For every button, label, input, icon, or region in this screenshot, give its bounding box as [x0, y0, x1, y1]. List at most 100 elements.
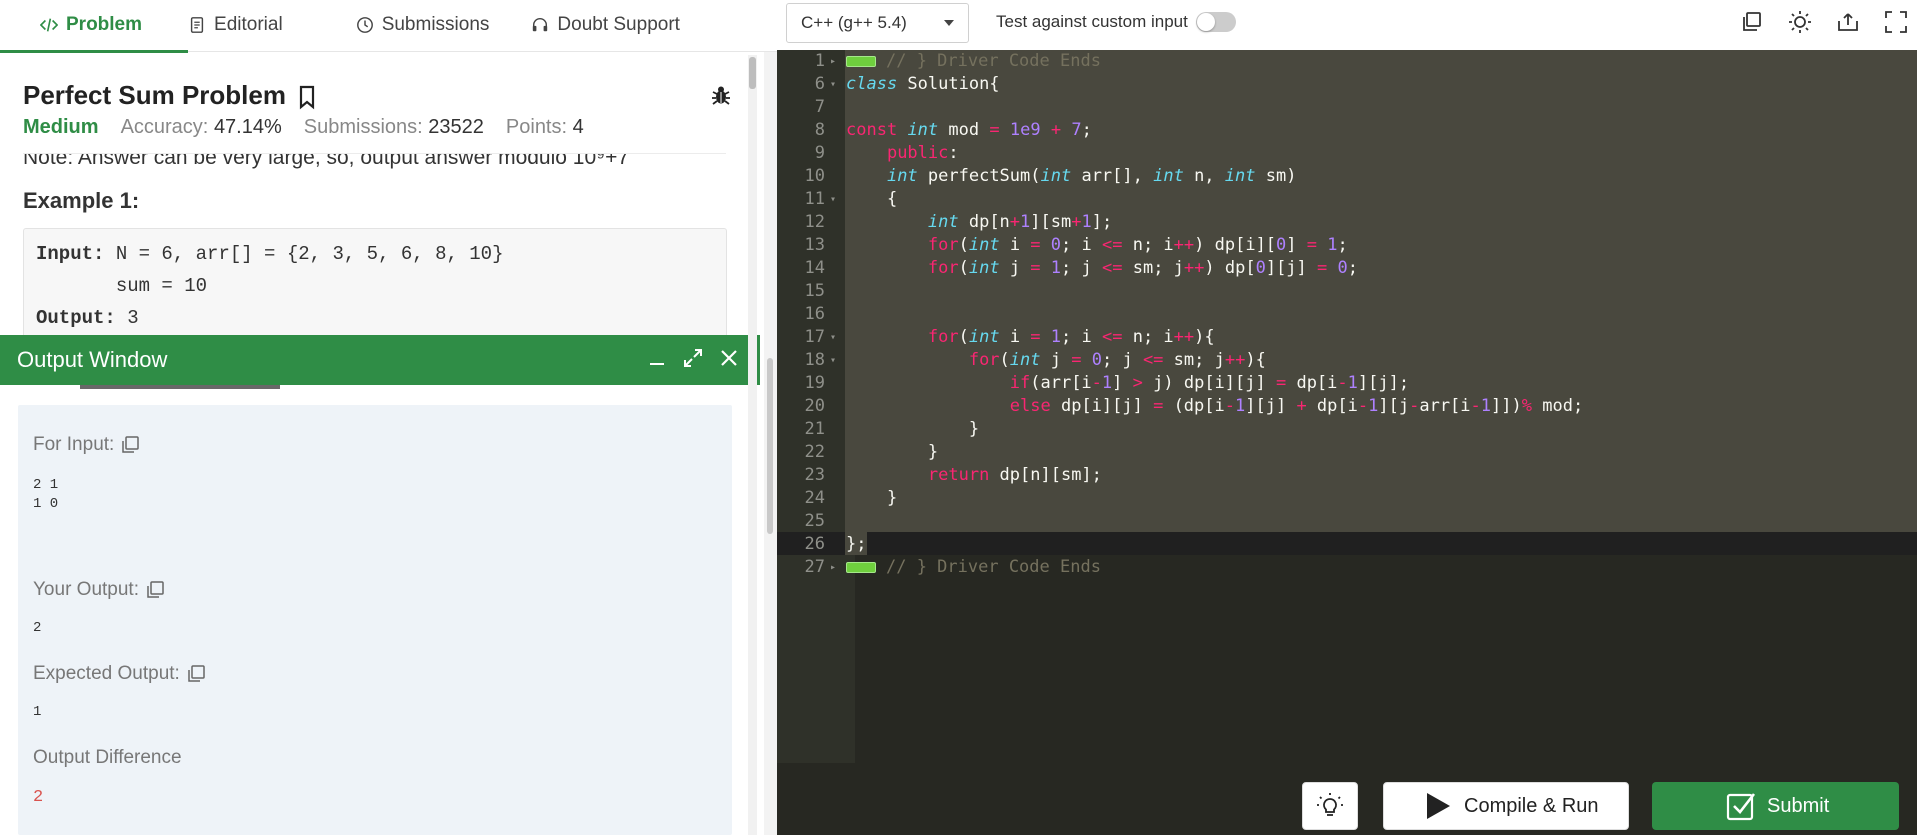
for-input-value: 2 1 1 0: [33, 477, 59, 512]
submit-button[interactable]: Submit: [1652, 782, 1899, 830]
expand-icon[interactable]: [682, 347, 704, 369]
fold-arrow-icon[interactable]: ▾: [830, 349, 836, 372]
code-editor[interactable]: 1 6 7 8 9 10 11 12 13 14 15 16 17 18 19 …: [777, 50, 1917, 763]
lightbulb-icon: [1317, 793, 1343, 816]
headset-icon: [533, 17, 548, 32]
line-number: 19: [804, 373, 825, 393]
expected-output-label: Expected Output:: [33, 663, 206, 685]
output-window-body: For Input: 2 1 1 0 Your Output: 2 Expect…: [18, 405, 732, 835]
current-line-highlight: [777, 532, 1917, 555]
code-line: for(int i = 1; i <= n; i++){: [927, 327, 1215, 347]
submit-label: Submit: [1767, 794, 1830, 817]
fold-arrow-icon[interactable]: ▾: [830, 73, 836, 96]
tab-doubt-support[interactable]: Doubt Support: [489, 0, 680, 50]
line-number: 21: [804, 419, 825, 439]
tab-label: Editorial: [214, 14, 283, 35]
points: Points: 4: [505, 116, 584, 138]
custom-input-toggle[interactable]: [1196, 12, 1236, 32]
bug-icon[interactable]: [709, 83, 733, 107]
tab-label: Problem: [66, 14, 143, 35]
toolbar-icons: [1739, 9, 1909, 35]
code-line: for(int j = 0; j <= sm; j++){: [968, 350, 1266, 370]
tab-problem[interactable]: Problem: [0, 0, 142, 50]
line-number: 16: [804, 304, 825, 324]
code-line: else dp[i][j] = (dp[i-1][j] + dp[i-1][j-…: [1009, 396, 1584, 416]
line-number: 12: [804, 212, 825, 232]
play-icon: [1427, 793, 1450, 819]
folded-code-icon[interactable]: [846, 55, 876, 67]
line-number: 1: [814, 51, 825, 71]
example-title: Example 1:: [23, 188, 140, 213]
fold-arrow-icon[interactable]: ▸: [830, 50, 836, 73]
pane-splitter[interactable]: [764, 52, 777, 835]
fullscreen-icon[interactable]: [1883, 9, 1909, 35]
tab-bar: Problem Editorial Submissions Doubt Supp…: [0, 0, 777, 52]
tab-label: Doubt Support: [557, 14, 680, 35]
bookmark-icon[interactable]: [296, 84, 318, 110]
checkbox-check-icon: [1726, 793, 1756, 821]
line-number: 8: [814, 120, 825, 140]
output-window-controls: [646, 347, 740, 369]
app-root: Problem Editorial Submissions Doubt Supp…: [0, 0, 1917, 835]
code-icon: [40, 18, 58, 32]
tab-label: Submissions: [381, 14, 490, 35]
submissions-count: Submissions: 23522: [303, 116, 484, 138]
code-line: };: [846, 534, 867, 554]
copy-icon[interactable]: [120, 435, 140, 455]
problem-meta: Medium Accuracy: 47.14% Submissions: 235…: [23, 116, 584, 139]
code-line: int perfectSum(int arr[], int n, int sm): [886, 166, 1297, 186]
line-number: 9: [814, 143, 825, 163]
clock-icon: [356, 17, 373, 33]
folded-code-icon[interactable]: [846, 561, 876, 573]
output-window-header[interactable]: Output Window: [0, 335, 760, 385]
splitter-grip[interactable]: [767, 358, 773, 534]
fold-arrow-icon[interactable]: ▾: [830, 326, 836, 349]
code-line: }: [846, 488, 898, 508]
copy-icon[interactable]: [145, 580, 165, 600]
scrollbar-thumb[interactable]: [749, 57, 756, 89]
problem-pane: Problem Editorial Submissions Doubt Supp…: [0, 0, 777, 835]
hint-button[interactable]: [1302, 782, 1358, 830]
statement-scrollbar[interactable]: [748, 55, 757, 835]
language-value: C++ (g++ 5.4): [801, 13, 907, 32]
output-difference-label: Output Difference: [33, 747, 182, 768]
line-number: 7: [814, 97, 825, 117]
code-line: int dp[n+1][sm+1];: [927, 212, 1113, 232]
copy-code-icon[interactable]: [1739, 9, 1765, 35]
code-line: const int mod = 1e9 + 7;: [846, 120, 1092, 140]
problem-title: Perfect Sum Problem: [23, 80, 286, 110]
line-number: 24: [804, 488, 825, 508]
line-number: 23: [804, 465, 825, 485]
line-number: 18: [804, 350, 825, 370]
code-line: public:: [886, 143, 959, 163]
your-output-value: 2: [33, 620, 42, 636]
accuracy: Accuracy: 47.14%: [120, 116, 282, 138]
code-line: class Solution{: [846, 74, 1000, 94]
code-line: {: [846, 189, 898, 209]
example-input-line: sum = 10: [36, 275, 208, 297]
fold-arrow-icon[interactable]: ▾: [830, 188, 836, 211]
compile-run-button[interactable]: Compile & Run: [1383, 782, 1629, 830]
editor-toolbar: C++ (g++ 5.4) Test against custom input: [777, 0, 1917, 50]
language-select[interactable]: C++ (g++ 5.4): [786, 3, 969, 43]
line-number: 15: [804, 281, 825, 301]
reset-code-icon[interactable]: [1835, 9, 1861, 35]
minimize-icon[interactable]: [646, 347, 668, 369]
chevron-down-icon: [944, 20, 954, 26]
line-number: 10: [804, 166, 825, 186]
line-number: 20: [804, 396, 825, 416]
output-difference-value: 2: [33, 788, 44, 807]
tab-editorial[interactable]: Editorial: [142, 0, 283, 50]
code-line: }: [846, 419, 980, 439]
fold-arrow-icon[interactable]: ▸: [830, 556, 836, 579]
toggle-knob: [1197, 13, 1215, 31]
custom-input-label: Test against custom input: [996, 12, 1188, 31]
tab-submissions[interactable]: Submissions: [283, 0, 490, 50]
document-icon: [190, 17, 204, 33]
hidden-content-peek: [0, 385, 760, 405]
copy-icon[interactable]: [186, 664, 206, 684]
close-icon[interactable]: [718, 347, 740, 369]
theme-sun-icon[interactable]: [1787, 9, 1813, 35]
for-input-label: For Input:: [33, 434, 140, 456]
